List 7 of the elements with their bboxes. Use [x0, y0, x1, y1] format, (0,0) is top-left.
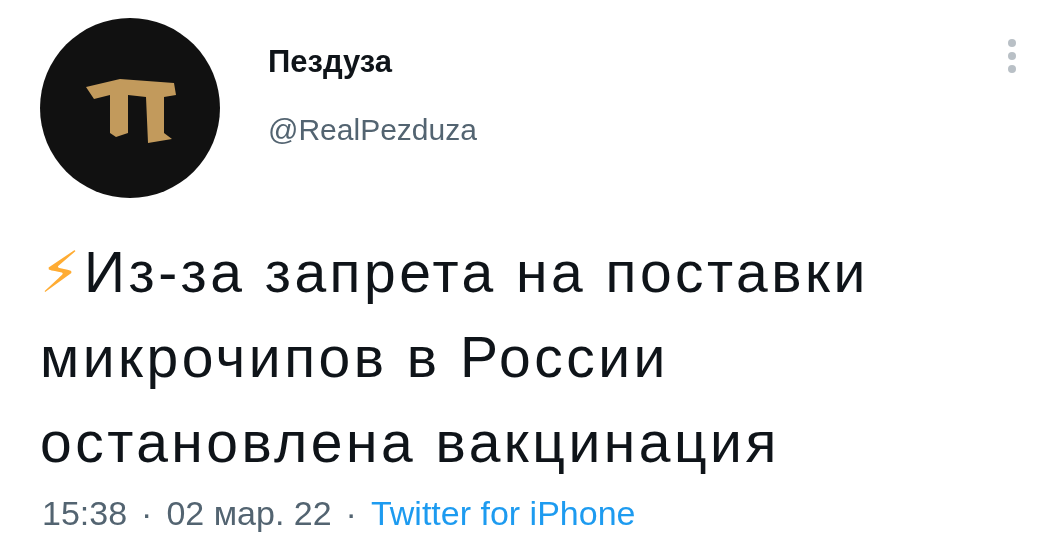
author-name[interactable]: Пездуза: [268, 40, 1007, 84]
timestamp: 02 мар. 22: [166, 493, 332, 534]
separator: ·: [141, 493, 153, 534]
author-handle[interactable]: @RealPezduza: [268, 110, 1007, 150]
separator: ·: [345, 493, 357, 534]
timestamp: 15:38: [42, 493, 128, 534]
tweet-text: ⚡Из-за запрета на поставки микрочипов в России остановлена вакцинация: [40, 238, 870, 476]
